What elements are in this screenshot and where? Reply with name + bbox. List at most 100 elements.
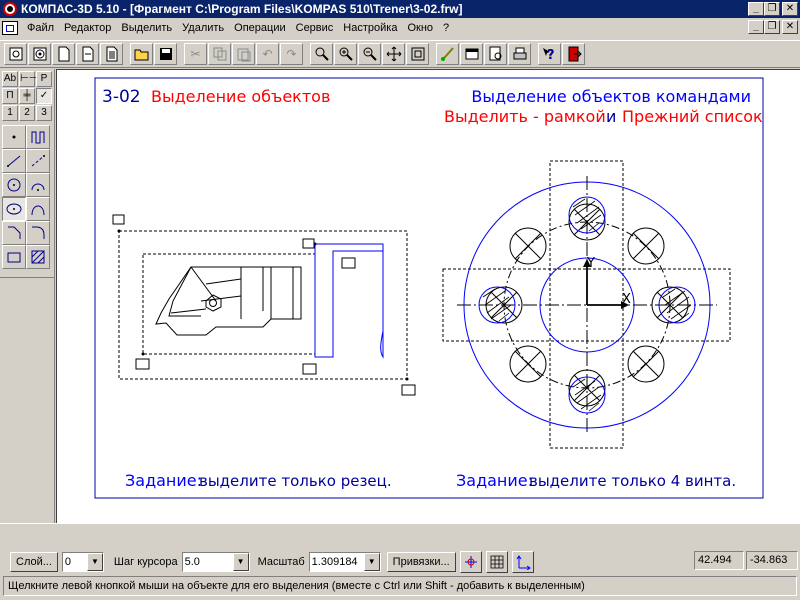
new-spec-icon[interactable] (76, 43, 99, 65)
kompas-app-icon[interactable] (3, 2, 17, 16)
restore-button[interactable]: ❐ (764, 2, 780, 16)
measure-tool-button[interactable]: ╪ (19, 88, 35, 104)
menu-bar: Файл Редактор Выделить Удалить Операции … (0, 18, 800, 38)
fillet-icon[interactable] (26, 221, 50, 245)
undo-icon[interactable]: ↶ (256, 43, 279, 65)
scale-label: Масштаб (257, 556, 305, 568)
ellipse-icon[interactable] (2, 197, 26, 221)
title-bar: КОМПАС-3D 5.10 - [Фрагмент C:\Program Fi… (0, 0, 800, 18)
show-all-icon[interactable] (406, 43, 429, 65)
new-fragment-icon[interactable] (28, 43, 51, 65)
layer-button[interactable]: Слой... (10, 552, 58, 572)
new-sheet-icon[interactable] (52, 43, 75, 65)
zoom-window-icon[interactable] (310, 43, 333, 65)
menu-window[interactable]: Окно (402, 19, 438, 37)
scale-value: 1.309184 (311, 556, 358, 568)
brush-icon[interactable] (436, 43, 459, 65)
right-line2-a: Выделить - рамкой (444, 107, 606, 126)
step-label: Шаг курсора (113, 556, 178, 568)
circle-icon[interactable] (2, 173, 26, 197)
spline-icon[interactable] (26, 125, 50, 149)
document-icon[interactable] (2, 21, 18, 35)
handle-t (302, 238, 315, 249)
save-icon[interactable] (154, 43, 177, 65)
drawing-svg[interactable]: 3-02 Выделение объектов Выделение объект… (57, 70, 800, 524)
select-tool-button[interactable]: ✓ (36, 88, 52, 104)
task-text-right: выделите только 4 винта. (529, 472, 736, 490)
cutter-figure (112, 214, 416, 396)
new-text-icon[interactable] (100, 43, 123, 65)
preview-icon[interactable] (484, 43, 507, 65)
right-line1: Выделение объектов командами (471, 87, 751, 106)
dimension-tool-button[interactable]: ⊢⊣ (19, 71, 37, 87)
point-icon[interactable] (2, 125, 26, 149)
panel-divider (0, 277, 54, 278)
scale-dropdown-icon[interactable]: ▼ (363, 553, 380, 571)
handle-br (401, 384, 416, 396)
doc-restore-button[interactable]: ❐ (764, 20, 780, 34)
flange-figure: Y X (442, 160, 731, 449)
cut-icon[interactable]: ✂ (184, 43, 207, 65)
layer-select[interactable]: 0 ▼ (61, 552, 104, 572)
menu-select[interactable]: Выделить (116, 19, 177, 37)
menu-help[interactable]: ? (438, 19, 454, 37)
doc-close-button[interactable]: ✕ (782, 20, 798, 34)
paste-icon[interactable] (232, 43, 255, 65)
page-1-button[interactable]: 1 (2, 105, 18, 121)
step-select[interactable]: 5.0 ▼ (181, 552, 250, 572)
zoom-in-icon[interactable] (334, 43, 357, 65)
params-tool-button[interactable]: П (2, 88, 18, 104)
menu-service[interactable]: Сервис (291, 19, 339, 37)
snap-button[interactable]: Привязки... (386, 552, 456, 572)
arc-icon[interactable] (26, 173, 50, 197)
window-title: КОМПАС-3D 5.10 - [Фрагмент C:\Program Fi… (21, 2, 463, 16)
ortho-mode-icon[interactable] (459, 551, 482, 573)
menu-delete[interactable]: Удалить (177, 19, 229, 37)
scale-select[interactable]: 1.309184 ▼ (308, 552, 381, 572)
inner-selection-frame (142, 253, 316, 355)
axis-x-label: X (622, 292, 631, 307)
copy-icon[interactable] (208, 43, 231, 65)
page-3-button[interactable]: 3 (36, 105, 52, 121)
grid-icon[interactable] (485, 551, 508, 573)
layer-dropdown-icon[interactable]: ▼ (86, 553, 103, 571)
task-label-right: Задание: (456, 471, 533, 490)
properties-icon[interactable] (460, 43, 483, 65)
menu-operations[interactable]: Операции (229, 19, 290, 37)
coord-x: 42.494 (694, 551, 744, 570)
close-button[interactable]: ✕ (782, 2, 798, 16)
help-icon[interactable]: ? (538, 43, 561, 65)
redo-icon[interactable]: ↷ (280, 43, 303, 65)
minimize-button[interactable]: _ (748, 2, 764, 16)
page-2-button[interactable]: 2 (19, 105, 35, 121)
new-doc-icon[interactable] (4, 43, 27, 65)
exit-icon[interactable] (562, 43, 585, 65)
pan-icon[interactable] (382, 43, 405, 65)
text-tool-button[interactable]: Аb (2, 71, 18, 87)
handle-b (302, 363, 317, 375)
print-icon[interactable] (508, 43, 531, 65)
hatch-icon[interactable] (26, 245, 50, 269)
heading-number: 3-02 (102, 87, 141, 107)
task-label-left: Задание: (125, 471, 202, 490)
bezier-icon[interactable] (26, 197, 50, 221)
rectangle-icon[interactable] (2, 245, 26, 269)
doc-minimize-button[interactable]: _ (748, 20, 764, 34)
zoom-out-icon[interactable] (358, 43, 381, 65)
local-cs-icon[interactable] (511, 551, 534, 573)
layer-value: 0 (64, 556, 72, 568)
segment-icon[interactable] (2, 149, 26, 173)
menu-editor[interactable]: Редактор (59, 19, 116, 37)
dashed-line-icon[interactable] (26, 149, 50, 173)
edit-tool-button[interactable]: P (36, 71, 52, 87)
handle-tl (112, 214, 125, 225)
chamfer-icon[interactable] (2, 221, 26, 245)
menu-settings[interactable]: Настройка (338, 19, 402, 37)
open-folder-icon[interactable] (130, 43, 153, 65)
coord-y: -34.863 (746, 551, 798, 570)
svg-text:?: ? (547, 48, 555, 62)
status-strip (0, 523, 800, 548)
menu-file[interactable]: Файл (22, 19, 59, 37)
step-dropdown-icon[interactable]: ▼ (232, 553, 249, 571)
drawing-canvas[interactable]: 3-02 Выделение объектов Выделение объект… (56, 69, 800, 523)
